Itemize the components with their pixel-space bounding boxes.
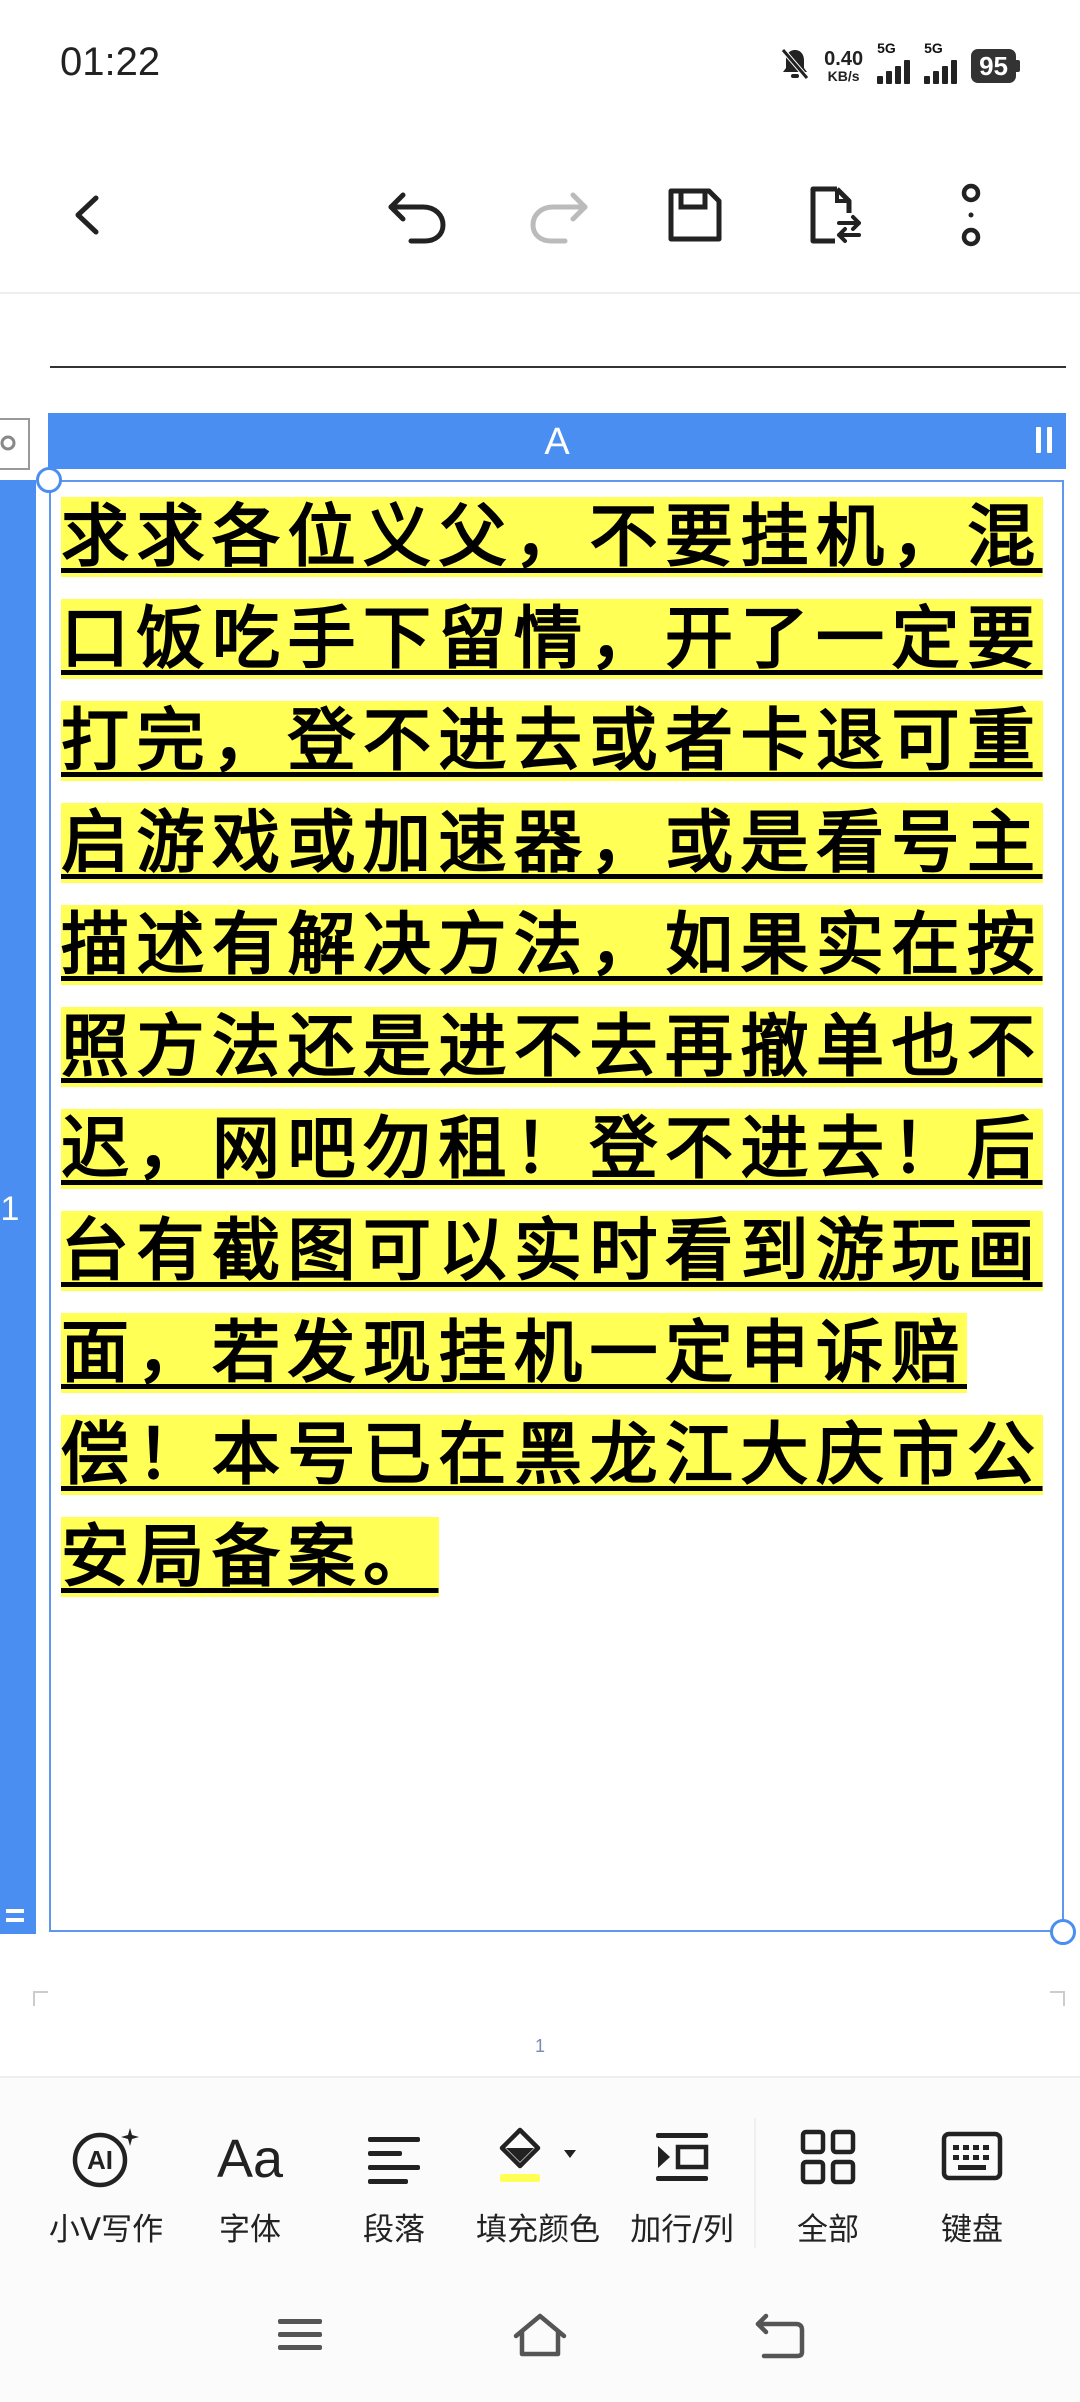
keyboard-button[interactable]: 键盘 bbox=[900, 2114, 1044, 2264]
nav-back-button[interactable] bbox=[740, 2300, 820, 2370]
undo-icon bbox=[388, 192, 446, 244]
signal-sim1-icon: 5G bbox=[877, 40, 911, 84]
redo-icon bbox=[530, 192, 588, 244]
insert-row-column-button[interactable]: 加行/列 bbox=[610, 2114, 754, 2264]
selected-cell-a1[interactable]: 求求各位义父，不要挂机，混口饭吃手下留情，开了一定要打完，登不进去或者卡退可重启… bbox=[49, 480, 1064, 1932]
cell-content: 求求各位义父，不要挂机，混口饭吃手下留情，开了一定要打完，登不进去或者卡退可重启… bbox=[61, 486, 1057, 1608]
home-icon bbox=[513, 2313, 567, 2357]
fill-color-button[interactable]: 填充颜色 bbox=[466, 2114, 610, 2264]
row-header-1[interactable]: 1 bbox=[0, 480, 36, 1934]
tool-label: 加行/列 bbox=[630, 2212, 734, 2248]
undo-button[interactable] bbox=[372, 170, 462, 260]
tool-label: 段落 bbox=[363, 2212, 425, 2248]
ai-writing-icon: AI bbox=[72, 2128, 139, 2188]
more-button[interactable] bbox=[926, 170, 1016, 260]
more-vertical-icon bbox=[961, 183, 981, 247]
search-icon bbox=[0, 435, 16, 451]
column-resize-handle[interactable] bbox=[1036, 427, 1052, 453]
font-icon: Aa bbox=[217, 2129, 284, 2189]
page-header-line bbox=[50, 366, 1066, 368]
svg-text:Aa: Aa bbox=[217, 2129, 284, 2189]
network-speed-value: 0.40 bbox=[824, 48, 864, 70]
row-resize-handle[interactable] bbox=[6, 1904, 24, 1922]
network-speed: 0.40 KB/s bbox=[824, 49, 863, 83]
selection-handle-start[interactable] bbox=[36, 467, 62, 493]
select-all-corner[interactable] bbox=[0, 418, 30, 470]
ai-writing-button[interactable]: AI 小V写作 bbox=[34, 2114, 178, 2264]
battery-level: 95 bbox=[971, 49, 1016, 83]
svg-text:AI: AI bbox=[87, 2145, 113, 2175]
tool-label: 全部 bbox=[797, 2212, 859, 2248]
tool-label: 键盘 bbox=[941, 2212, 1003, 2248]
export-file-icon bbox=[810, 186, 861, 244]
fill-color-icon bbox=[499, 2127, 576, 2182]
back-button[interactable] bbox=[44, 170, 134, 260]
column-label: A bbox=[544, 421, 570, 463]
top-toolbar bbox=[0, 150, 1080, 270]
signal-sim2-icon: 5G bbox=[924, 40, 958, 84]
paragraph-button[interactable]: 段落 bbox=[322, 2114, 466, 2264]
status-time: 01:22 bbox=[60, 40, 161, 84]
crop-mark-icon bbox=[1050, 1991, 1065, 2006]
selection-handle-end[interactable] bbox=[1050, 1919, 1076, 1945]
redo-button[interactable] bbox=[514, 170, 604, 260]
back-arrow-icon bbox=[75, 195, 99, 235]
highlighted-text: 求求各位义父，不要挂机，混口饭吃手下留情，开了一定要打完，登不进去或者卡退可重启… bbox=[61, 497, 1043, 1597]
crop-mark-icon bbox=[33, 1991, 48, 2006]
mute-bell-icon bbox=[780, 47, 810, 85]
row-label: 1 bbox=[0, 1190, 20, 1228]
menu-icon bbox=[278, 2319, 322, 2350]
grid-all-icon bbox=[800, 2129, 856, 2185]
page-number: 1 bbox=[534, 2036, 545, 2056]
font-button[interactable]: Aa 字体 bbox=[178, 2114, 322, 2264]
column-header-a[interactable]: A bbox=[48, 413, 1066, 469]
status-indicators: 0.40 KB/s 5G 5G 95 bbox=[780, 40, 1020, 88]
keyboard-icon bbox=[941, 2131, 1003, 2181]
tool-label: 字体 bbox=[219, 2212, 281, 2248]
toolbar-divider bbox=[0, 292, 1080, 294]
save-icon bbox=[668, 188, 722, 242]
tool-label: 填充颜色 bbox=[476, 2212, 600, 2248]
system-nav-bar bbox=[0, 2290, 1080, 2380]
save-button[interactable] bbox=[650, 170, 740, 260]
status-bar: 01:22 0.40 KB/s 5G 5G 95 bbox=[0, 0, 1080, 130]
battery-icon: 95 bbox=[971, 49, 1020, 83]
all-tools-button[interactable]: 全部 bbox=[756, 2114, 900, 2264]
sim1-label: 5G bbox=[877, 40, 896, 56]
nav-menu-button[interactable] bbox=[260, 2300, 340, 2370]
insert-row-column-icon bbox=[656, 2133, 709, 2181]
paragraph-icon bbox=[368, 2137, 420, 2184]
nav-home-button[interactable] bbox=[500, 2300, 580, 2370]
tool-label: 小V写作 bbox=[48, 2212, 164, 2248]
sim2-label: 5G bbox=[924, 40, 943, 56]
export-button[interactable] bbox=[790, 170, 880, 260]
back-icon bbox=[755, 2313, 805, 2359]
network-speed-unit: KB/s bbox=[827, 68, 860, 84]
